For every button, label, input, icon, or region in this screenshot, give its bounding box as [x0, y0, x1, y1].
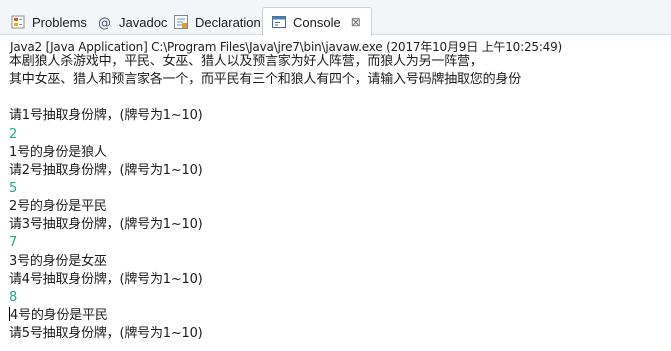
tab-console-label: Console — [293, 14, 341, 30]
console-input-line: 8 — [9, 289, 18, 305]
console-output-line: 请3号抽取身份牌，(牌号为1~10) — [9, 217, 203, 233]
text-caret — [9, 306, 10, 321]
problems-icon — [10, 14, 26, 30]
console-icon — [271, 14, 287, 30]
tab-javadoc[interactable]: @ Javadoc — [97, 10, 167, 34]
console-output-line: 2号的身份是平民 — [9, 199, 107, 215]
console-input-line: 5 — [9, 180, 18, 196]
tab-declaration-label: Declaration — [195, 14, 261, 30]
at-icon: @ — [97, 14, 113, 30]
view-tab-bar: Problems @ Javadoc Declaration Console ⊠ — [0, 0, 671, 36]
console-output-line: 请4号抽取身份牌，(牌号为1~10) — [9, 271, 203, 287]
console-output-line: 请1号抽取身份牌，(牌号为1~10) — [9, 108, 203, 124]
tab-javadoc-label: Javadoc — [119, 14, 168, 30]
console-input-line: 2 — [9, 126, 18, 142]
console-output-line: 1号的身份是狼人 — [9, 144, 107, 160]
eclipse-console-view: Problems @ Javadoc Declaration Console ⊠… — [0, 0, 671, 351]
svg-text:@: @ — [98, 16, 111, 30]
console-output-line: 请5号抽取身份牌，(牌号为1~10) — [9, 326, 203, 342]
console-output-line: 请2号抽取身份牌，(牌号为1~10) — [9, 162, 203, 178]
console-input-line: 7 — [9, 235, 18, 251]
tab-console[interactable]: Console ⊠ — [262, 7, 372, 36]
console-output-line: 4号的身份是平民 — [9, 306, 108, 323]
console-output-line: 其中女巫、猎人和预言家各一个，而平民有三个和狼人有四个，请输入号码牌抽取您的身份 — [9, 72, 522, 88]
tab-declaration[interactable]: Declaration — [173, 10, 261, 34]
console-output-line: 3号的身份是女巫 — [9, 253, 107, 269]
declaration-icon — [173, 14, 189, 30]
console-output-line: 本剧狼人杀游戏中，平民、女巫、猎人以及预言家为好人阵营，而狼人为另一阵营， — [9, 54, 483, 69]
console-output[interactable]: 本剧狼人杀游戏中，平民、女巫、猎人以及预言家为好人阵营，而狼人为另一阵营， 其中女… — [9, 53, 667, 349]
tab-problems[interactable]: Problems — [10, 10, 87, 34]
tab-problems-label: Problems — [32, 14, 87, 30]
close-icon[interactable]: ⊠ — [351, 15, 361, 29]
